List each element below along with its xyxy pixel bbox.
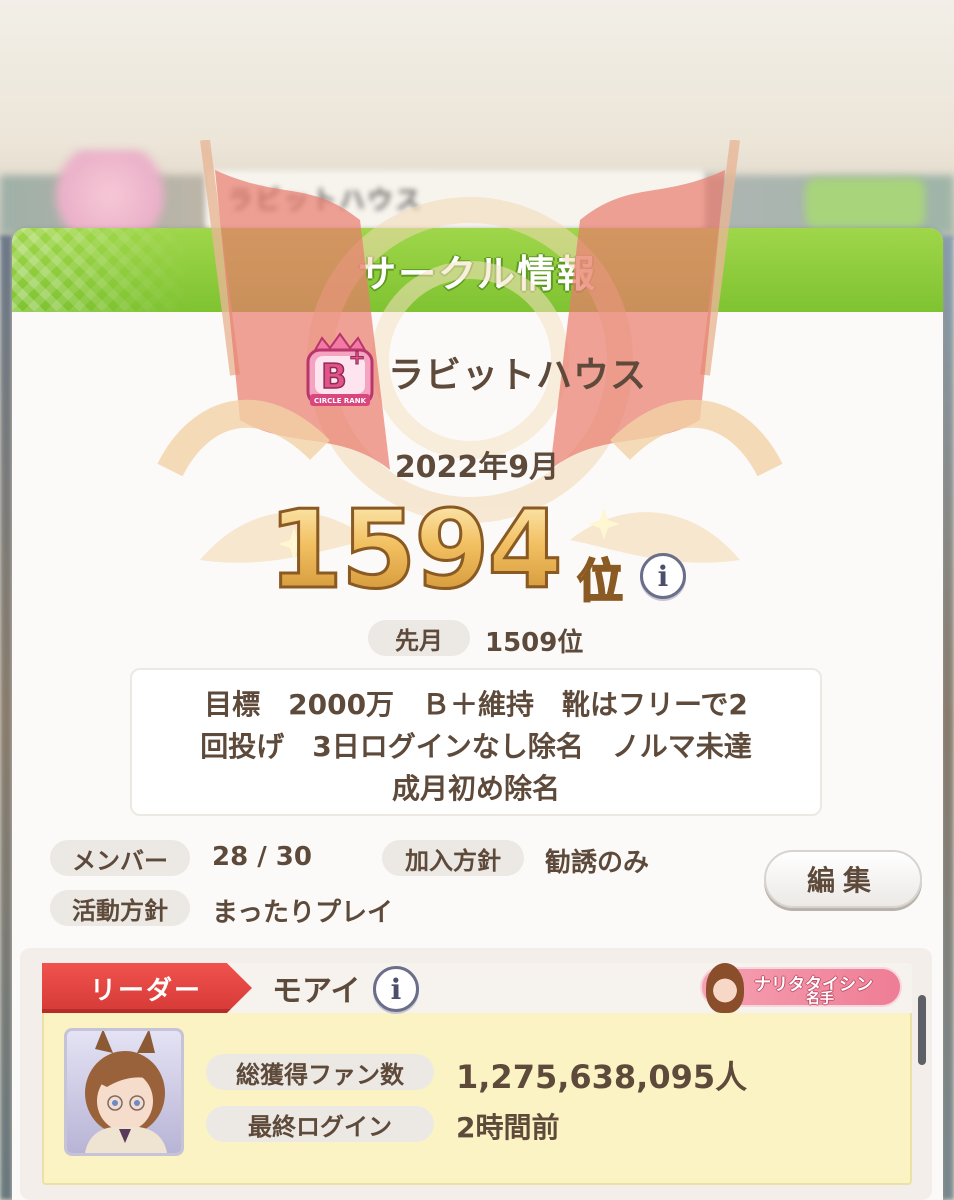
title-badge-portrait-icon xyxy=(706,963,744,1013)
rank-badge-icon: B + CIRCLE RANK xyxy=(306,332,374,406)
members-value: 28 / 30 xyxy=(212,842,312,872)
svg-text:B: B xyxy=(321,357,347,397)
svg-text:CIRCLE RANK: CIRCLE RANK xyxy=(314,397,367,405)
leader-name: モアイ xyxy=(272,974,361,1009)
join-policy-label: 加入方針 xyxy=(382,840,524,876)
edit-button[interactable]: 編集 xyxy=(764,850,922,908)
leader-ribbon: リーダー xyxy=(42,963,252,1013)
total-fans-label: 総獲得ファン数 xyxy=(206,1054,434,1090)
last-month-label: 先月 xyxy=(368,620,470,656)
ranking-month: 2022年9月 xyxy=(394,450,560,485)
join-policy-value: 勧誘のみ xyxy=(545,848,650,878)
total-fans-value: 1,275,638,095人 xyxy=(456,1058,748,1096)
background-green-button xyxy=(805,178,925,228)
monthly-rank-suffix: 位 xyxy=(576,545,624,611)
members-label: メンバー xyxy=(50,840,190,876)
rank-info-icon[interactable]: i xyxy=(640,553,686,599)
activity-policy-value: まったりプレイ xyxy=(212,898,393,928)
activity-policy-label: 活動方針 xyxy=(50,890,190,926)
scrollbar[interactable] xyxy=(918,995,926,1065)
title-badge-rank: 名手 xyxy=(806,991,834,1007)
circle-description: 目標 2000万 Ｂ＋維持 靴はフリーで2 回投げ 3日ログインなし除名 ノルマ… xyxy=(130,668,822,816)
last-login-value: 2時間前 xyxy=(456,1111,560,1144)
last-login-label: 最終ログイン xyxy=(206,1106,434,1142)
svg-text:+: + xyxy=(349,345,366,369)
circle-name: ラビットハウス xyxy=(388,355,648,396)
character-portrait-icon xyxy=(85,1031,167,1153)
monthly-rank-number: 1594 xyxy=(267,487,565,615)
title-badge: ナリタタイシン 名手 xyxy=(700,963,902,1013)
leader-info-icon[interactable]: i xyxy=(373,966,419,1012)
background-left-edge xyxy=(0,235,12,1200)
leader-avatar[interactable] xyxy=(64,1028,184,1156)
background-right-edge xyxy=(942,235,954,1200)
last-month-rank: 1509位 xyxy=(485,628,584,658)
